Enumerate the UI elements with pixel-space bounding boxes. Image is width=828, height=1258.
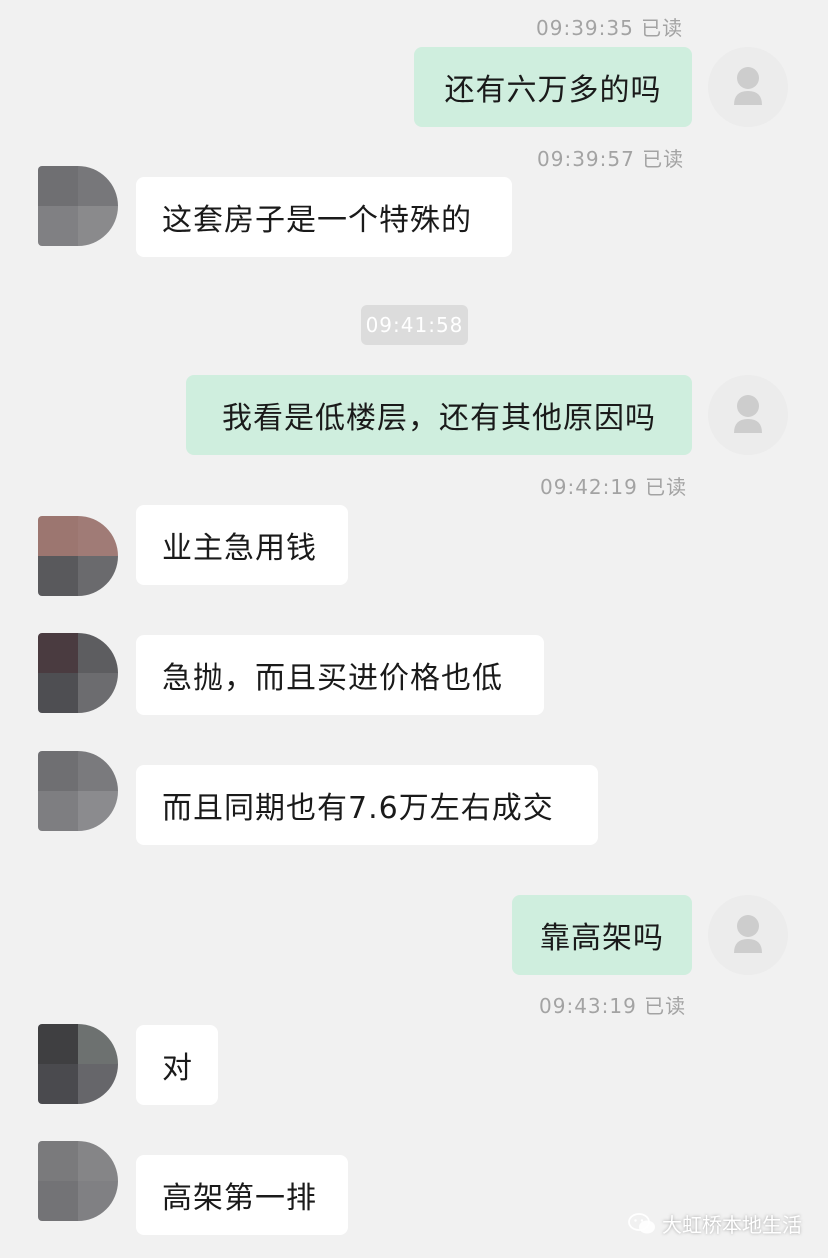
contact-avatar[interactable] (38, 1024, 118, 1104)
read-timestamp: 09:43:19 已读 (539, 994, 687, 1018)
incoming-message[interactable]: 对 (136, 1025, 218, 1105)
self-avatar-icon[interactable] (708, 895, 788, 975)
contact-avatar[interactable] (38, 633, 118, 713)
self-avatar-icon[interactable] (708, 47, 788, 127)
incoming-message[interactable]: 业主急用钱 (136, 505, 348, 585)
center-timestamp: 09:41:58 (361, 305, 468, 345)
read-timestamp: 09:39:35 已读 (536, 16, 684, 40)
contact-avatar[interactable] (38, 166, 118, 246)
read-timestamp: 09:39:57 已读 (537, 147, 685, 171)
watermark-text: 大虹桥本地生活 (662, 1213, 802, 1237)
outgoing-message[interactable]: 还有六万多的吗 (414, 47, 692, 127)
incoming-message[interactable]: 这套房子是一个特殊的 (136, 177, 512, 257)
incoming-message[interactable]: 高架第一排 (136, 1155, 348, 1235)
read-timestamp: 09:42:19 已读 (540, 475, 688, 499)
outgoing-message[interactable]: 我看是低楼层，还有其他原因吗 (186, 375, 692, 455)
contact-avatar[interactable] (38, 751, 118, 831)
contact-avatar[interactable] (38, 1141, 118, 1221)
self-avatar-icon[interactable] (708, 375, 788, 455)
wechat-icon (628, 1212, 655, 1233)
incoming-message[interactable]: 急抛，而且买进价格也低 (136, 635, 544, 715)
incoming-message[interactable]: 而且同期也有7.6万左右成交 (136, 765, 598, 845)
contact-avatar[interactable] (38, 516, 118, 596)
watermark: 大虹桥本地生活 (628, 1209, 802, 1238)
outgoing-message[interactable]: 靠高架吗 (512, 895, 692, 975)
